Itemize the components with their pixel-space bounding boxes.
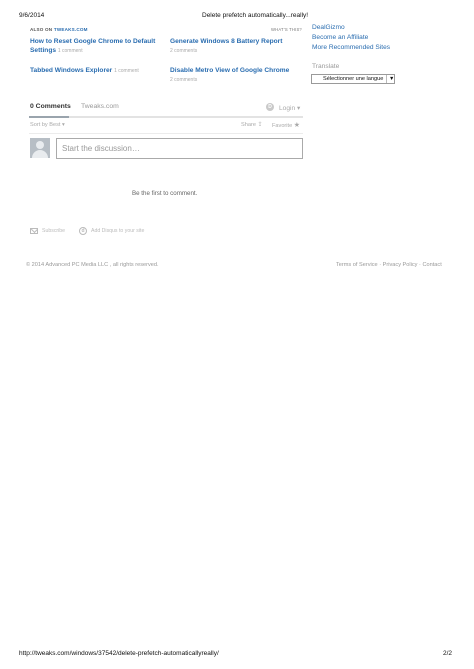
sidebar-link-recommended[interactable]: More Recommended Sites [312,44,390,51]
related-item-3-title[interactable]: Tabbed Windows Explorer [30,67,112,74]
related-item-3-count: 1 comment [114,68,139,74]
print-date: 9/6/2014 [19,12,45,19]
language-select-divider [386,75,387,83]
related-item-2-count: 2 comments [170,48,198,54]
copyright: © 2014 Advanced PC Media LLC , all right… [26,262,159,268]
share-button[interactable]: Share ⇪ [241,121,263,128]
favorite-label: Favorite [272,123,293,129]
sidebar-link-dealgizmo[interactable]: DealGizmo [312,24,345,31]
print-url: http://tweaks.com/windows/37542/delete-p… [19,650,219,657]
chevron-down-icon: ▾ [296,105,301,112]
contact-link[interactable]: Contact [422,262,441,268]
discussion-input[interactable]: Start the discussion… [56,138,303,159]
translate-label: Translate [312,63,340,70]
related-item-4[interactable]: Disable Metro View of Google Chrome 2 co… [170,66,303,85]
disqus-icon[interactable]: d [79,227,87,235]
favorite-button[interactable]: Favorite ★ [272,121,300,129]
active-tab-indicator [29,116,69,118]
related-item-1[interactable]: How to Reset Google Chrome to Default Se… [30,37,162,56]
related-item-2-title[interactable]: Generate Windows 8 Battery Report [170,38,282,45]
also-on-site-link[interactable]: TWEAKS.COM [54,27,88,32]
avatar-head-shape [36,141,44,149]
also-on-prefix: ALSO ON [30,27,54,32]
sort-divider [29,133,303,134]
related-item-1-title[interactable]: How to Reset Google Chrome to Default Se… [30,38,155,54]
share-icon: ⇪ [257,122,263,128]
tab-comments[interactable]: 0 Comments [30,103,71,110]
subscribe-link[interactable]: Subscribe [42,228,65,234]
tab-site[interactable]: Tweaks.com [81,103,119,110]
empty-comments-message: Be the first to comment. [132,190,198,197]
print-page-title: Delete prefetch automatically...really! [202,12,309,19]
login-label: Login [279,105,296,112]
related-item-4-title[interactable]: Disable Metro View of Google Chrome [170,67,289,74]
mail-icon[interactable] [30,228,38,234]
related-item-3[interactable]: Tabbed Windows Explorer 1 comment [30,66,162,76]
discussion-placeholder: Start the discussion… [62,144,140,153]
footer-separator: · [379,262,382,268]
related-item-4-count: 2 comments [170,77,198,83]
privacy-link[interactable]: Privacy Policy [383,262,418,268]
chevron-down-icon: ▼ [389,76,395,82]
also-on-heading: ALSO ON TWEAKS.COM [30,27,88,32]
sort-dropdown[interactable]: Sort by Best ▾ [30,122,65,128]
star-icon: ★ [293,122,301,129]
share-label: Share [241,122,256,128]
login-button[interactable]: Login ▾ [279,104,300,112]
disqus-login-icon[interactable]: D [266,103,274,111]
print-page-number: 2/2 [443,650,453,657]
whats-this-link[interactable]: WHAT'S THIS? [271,27,302,32]
terms-link[interactable]: Terms of Service [336,262,378,268]
footer-links: Terms of Service · Privacy Policy · Cont… [336,262,442,268]
footer-separator: · [419,262,421,268]
avatar-body-shape [32,150,48,158]
sidebar-link-affiliate[interactable]: Become an Affiliate [312,34,368,41]
related-item-1-count: 1 comment [57,48,83,54]
avatar [30,138,50,158]
add-disqus-link[interactable]: Add Disqus to your site [91,228,144,234]
tab-divider [29,116,303,118]
language-select[interactable]: Sélectionner une langue ▼ [311,74,395,84]
language-select-value: Sélectionner une langue [323,76,384,82]
related-item-2[interactable]: Generate Windows 8 Battery Report 2 comm… [170,37,303,56]
